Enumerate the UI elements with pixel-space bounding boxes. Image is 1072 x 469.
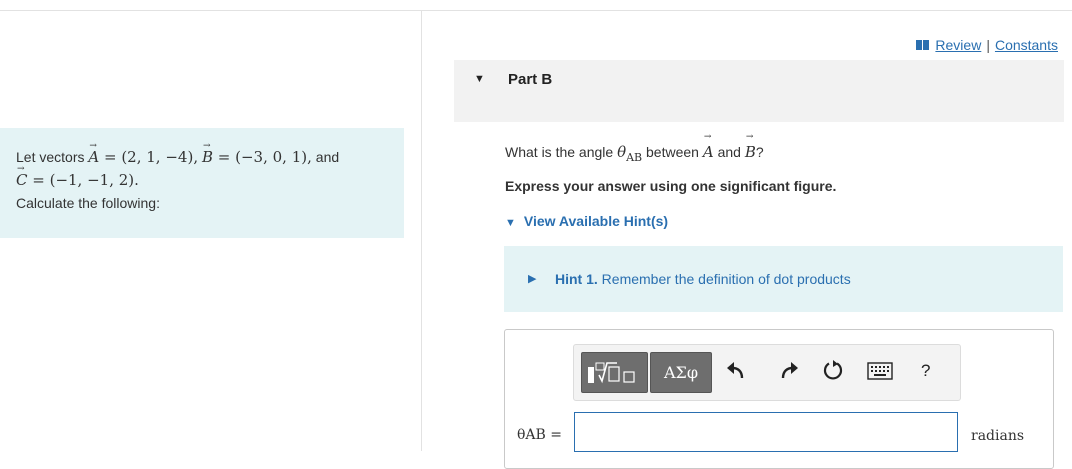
expand-triangle-icon[interactable]: ▶ — [528, 272, 536, 285]
hint-1-box[interactable]: ▶ Hint 1. Remember the definition of dot… — [504, 246, 1063, 312]
collapse-triangle-icon[interactable]: ▼ — [474, 73, 485, 85]
question-mark: ? — [755, 144, 764, 160]
vector-b-def: B = (−3, 0, 1), — [202, 135, 312, 169]
question-prefix: What is the angle — [505, 144, 614, 160]
help-button[interactable]: ? — [921, 361, 930, 381]
hint-1-text[interactable]: Hint 1. Remember the definition of dot p… — [555, 271, 851, 287]
theta-letter: θ — [617, 143, 627, 161]
panel-divider — [421, 10, 422, 451]
problem-line-2: C = (−1, −1, 2). — [16, 158, 404, 192]
problem-statement: Let vectors A = (2, 1, −4), B = (−3, 0, … — [0, 128, 404, 238]
view-hints-label: View Available Hint(s) — [523, 213, 669, 229]
reset-icon[interactable] — [821, 359, 845, 383]
problem-line-1: Let vectors A = (2, 1, −4), B = (−3, 0, … — [16, 135, 404, 169]
part-header[interactable]: ▼ Part B — [454, 60, 1064, 122]
answer-input[interactable] — [574, 412, 958, 452]
link-separator: | — [986, 37, 990, 53]
problem-line-3: Calculate the following: — [16, 195, 160, 211]
problem-prefix: Let vectors — [16, 149, 85, 165]
redo-icon[interactable] — [777, 359, 801, 383]
vector-c-symbol: C — [16, 158, 27, 192]
vector-a-def: A = (2, 1, −4), — [88, 135, 198, 169]
vector-b-symbol: B — [202, 135, 213, 169]
answer-label: θAB = — [517, 427, 563, 443]
instruction-text: Express your answer using one significan… — [505, 178, 837, 194]
math-toolbar: ΑΣφ ? — [573, 344, 961, 401]
top-rule — [0, 10, 1072, 11]
between-text: between — [646, 144, 699, 160]
templates-button[interactable] — [581, 352, 648, 393]
answer-unit: radians — [971, 428, 1025, 444]
review-bar: Review | Constants — [916, 37, 1058, 53]
vector-a-value: (2, 1, −4) — [121, 148, 194, 166]
keyboard-icon[interactable] — [867, 362, 893, 380]
constants-link[interactable]: Constants — [995, 37, 1058, 53]
book-icon — [916, 40, 930, 50]
hint-1-description: Remember the definition of dot products — [601, 271, 851, 287]
question-vector-a: A — [703, 132, 714, 161]
part-title: Part B — [508, 71, 553, 88]
question-vector-b: B — [745, 132, 756, 161]
chevron-down-icon: ▼ — [505, 217, 516, 229]
question-text: What is the angle θAB between A and B? — [505, 132, 764, 164]
greek-symbols-button[interactable]: ΑΣφ — [650, 352, 712, 393]
view-hints-toggle[interactable]: ▼ View Available Hint(s) — [505, 213, 668, 229]
vector-b-value: (−3, 0, 1) — [235, 148, 308, 166]
theta-subscript: AB — [626, 151, 643, 164]
hint-1-number: Hint 1. — [555, 271, 598, 287]
review-link[interactable]: Review — [935, 37, 981, 53]
vector-a-symbol: A — [88, 135, 99, 169]
question-and: and — [717, 144, 741, 160]
vector-c-value: (−1, −1, 2) — [49, 171, 135, 189]
vector-c-def: C = (−1, −1, 2). — [16, 158, 139, 192]
theta-symbol: θAB — [617, 143, 643, 164]
templates-icon — [588, 362, 635, 384]
and-text: and — [315, 149, 340, 165]
undo-icon[interactable] — [724, 359, 748, 383]
